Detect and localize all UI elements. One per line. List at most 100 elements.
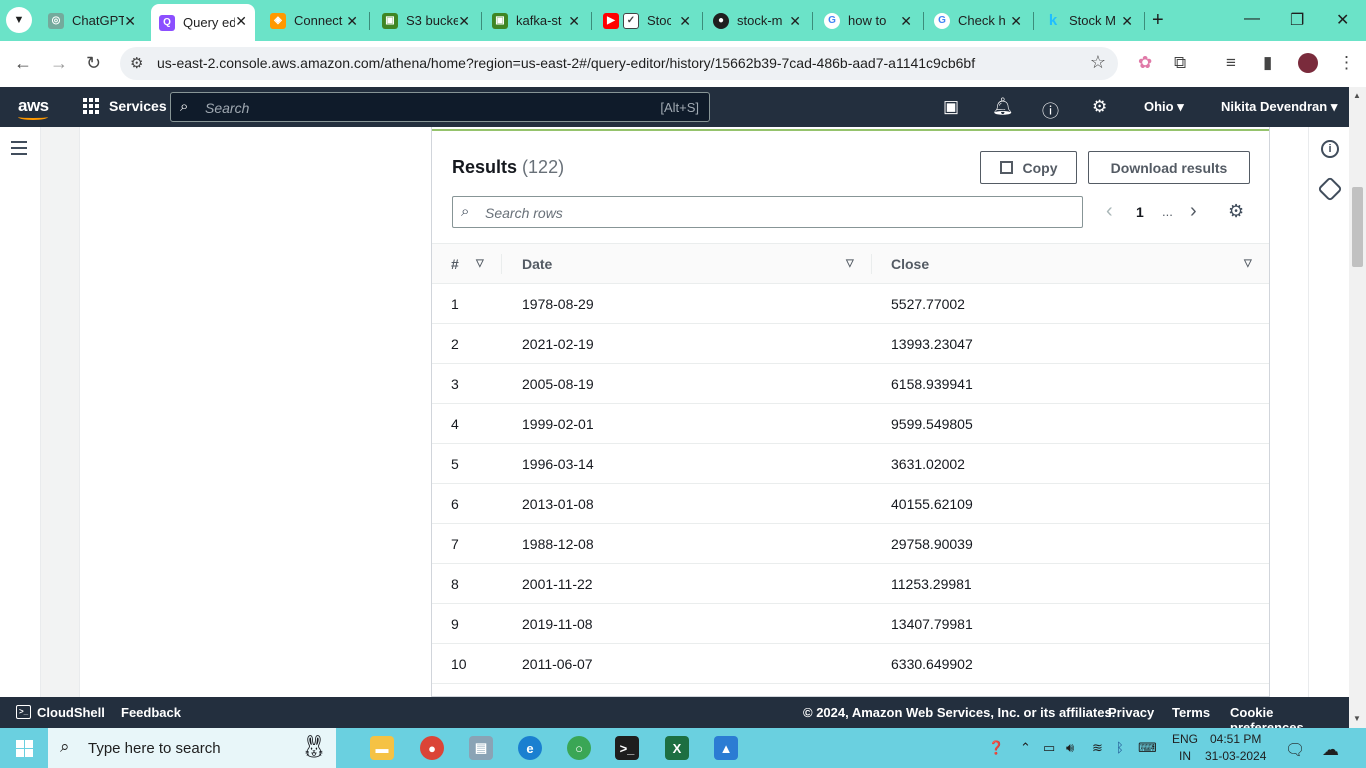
tab-kaggle[interactable]: k Stock M ✕ xyxy=(1037,4,1141,37)
photos-icon[interactable]: ▲ xyxy=(714,736,738,760)
tab-google-how-to[interactable]: G how to ✕ xyxy=(816,4,920,37)
notifications-icon[interactable]: 🗨︎ xyxy=(1285,740,1305,760)
table-row[interactable]: 1 1978-08-29 5527.77002 xyxy=(432,284,1269,324)
sort-triangle-icon[interactable]: ▽ xyxy=(846,258,854,269)
privacy-link[interactable]: Privacy xyxy=(1108,705,1154,720)
search-rows-input[interactable]: ⌕ Search rows xyxy=(452,196,1083,228)
edge-icon[interactable]: e xyxy=(518,736,542,760)
close-tab-icon[interactable]: ✕ xyxy=(124,13,136,30)
column-header-index[interactable]: # ▽ xyxy=(432,244,502,284)
help-icon[interactable]: ⓘ xyxy=(1042,97,1059,122)
back-arrow-icon[interactable]: ← xyxy=(14,53,32,74)
address-bar[interactable]: ⚙ us-east-2.console.aws.amazon.com/athen… xyxy=(120,47,1118,80)
account-menu[interactable]: Nikita Devendran ▾ xyxy=(1221,99,1337,115)
taskbar-search-box[interactable]: ⌕ Type here to search 🐰︎ xyxy=(48,728,336,768)
feedback-link[interactable]: Feedback xyxy=(121,705,181,720)
url-text[interactable]: us-east-2.console.aws.amazon.com/athena/… xyxy=(157,55,975,71)
close-tab-icon[interactable]: ✕ xyxy=(568,13,580,30)
table-row[interactable]: 5 1996-03-14 3631.02002 xyxy=(432,444,1269,484)
battery-icon[interactable]: ▭ xyxy=(1043,740,1055,756)
table-preferences-gear-icon[interactable]: ⚙ xyxy=(1228,201,1244,222)
settings-gear-icon[interactable]: ⚙ xyxy=(1092,97,1107,117)
cloudshell-terminal-icon[interactable]: >_ xyxy=(16,705,31,719)
page-scrollbar[interactable]: ▲ ▼ xyxy=(1349,87,1366,728)
weather-widget-icon[interactable]: ☁ xyxy=(1322,740,1339,760)
tab-search-chevron-icon[interactable]: ▼ xyxy=(6,7,32,33)
previous-page-icon[interactable]: ‹ xyxy=(1106,200,1113,223)
system-clock[interactable]: 04:51 PM 31-03-2024 xyxy=(1205,731,1266,765)
notepad-icon[interactable]: ▤ xyxy=(469,736,493,760)
info-icon[interactable]: i xyxy=(1321,140,1339,158)
browser-menu-icon[interactable]: ⋮ xyxy=(1338,53,1355,73)
tools-hexagon-icon[interactable] xyxy=(1317,176,1343,202)
current-page-number[interactable]: 1 xyxy=(1136,204,1144,220)
column-header-close[interactable]: Close ▽ xyxy=(872,244,1269,284)
region-selector[interactable]: Ohio ▾ xyxy=(1144,99,1184,115)
table-row[interactable]: 3 2005-08-19 6158.939941 xyxy=(432,364,1269,404)
terms-link[interactable]: Terms xyxy=(1172,705,1210,720)
table-row[interactable]: 8 2001-11-22 11253.29981 xyxy=(432,564,1269,604)
table-row[interactable]: 2 2021-02-19 13993.23047 xyxy=(432,324,1269,364)
services-menu-button[interactable]: Services xyxy=(83,98,167,114)
tab-query-editor[interactable]: Q Query editor ✕ xyxy=(151,4,255,41)
extensions-puzzle-icon[interactable]: ⧉ xyxy=(1174,53,1186,73)
close-tab-icon[interactable]: ✕ xyxy=(1121,13,1133,30)
tab-google-check[interactable]: G Check h ✕ xyxy=(926,4,1030,37)
new-tab-plus-icon[interactable]: + xyxy=(1152,9,1164,32)
window-close-icon[interactable]: ✕ xyxy=(1336,10,1349,30)
hamburger-menu-icon[interactable] xyxy=(11,141,27,159)
app-ring-icon[interactable]: ○ xyxy=(567,736,591,760)
tab-s3-bucket[interactable]: ▣ S3 bucket ✕ xyxy=(374,4,478,37)
table-row[interactable]: 4 1999-02-01 9599.549805 xyxy=(432,404,1269,444)
sort-triangle-icon[interactable]: ▽ xyxy=(1244,258,1252,269)
terminal-icon[interactable]: >_ xyxy=(615,736,639,760)
tab-connect[interactable]: ◈ Connect ✕ xyxy=(262,4,366,37)
column-header-date[interactable]: Date ▽ xyxy=(502,244,872,284)
keyboard-icon[interactable]: ⌨ xyxy=(1138,740,1157,756)
close-tab-icon[interactable]: ✕ xyxy=(346,13,358,30)
forward-arrow-icon[interactable]: → xyxy=(50,53,68,74)
sort-triangle-icon[interactable]: ▽ xyxy=(476,258,484,269)
tab-kafka[interactable]: ▣ kafka-st ✕ xyxy=(484,4,588,37)
close-tab-icon[interactable]: ✕ xyxy=(1010,13,1022,30)
windows-start-icon[interactable] xyxy=(16,740,33,757)
notifications-bell-icon[interactable]: 🔔︎ xyxy=(992,97,1014,117)
bookmark-star-icon[interactable]: ☆ xyxy=(1090,52,1106,73)
reload-icon[interactable]: ↻ xyxy=(86,53,101,74)
table-row[interactable]: 10 2011-06-07 6330.649902 xyxy=(432,644,1269,684)
scroll-down-arrow-icon[interactable]: ▼ xyxy=(1353,714,1361,723)
tab-chatgpt[interactable]: ◎ ChatGPT ✕ xyxy=(40,4,144,37)
aws-search-input[interactable]: ⌕ Search [Alt+S] xyxy=(170,92,710,122)
file-explorer-icon[interactable]: ▬ xyxy=(370,736,394,760)
close-tab-icon[interactable]: ✕ xyxy=(789,13,801,30)
help-notification-icon[interactable]: ❓ xyxy=(988,740,1004,756)
close-tab-icon[interactable]: ✕ xyxy=(679,13,691,30)
tab-github[interactable]: ● stock-m ✕ xyxy=(705,4,809,37)
bluetooth-icon[interactable]: ᛒ xyxy=(1116,740,1124,755)
site-info-icon[interactable]: ⚙ xyxy=(130,54,143,72)
scroll-up-arrow-icon[interactable]: ▲ xyxy=(1353,91,1361,100)
next-page-icon[interactable]: › xyxy=(1190,200,1197,223)
download-results-button[interactable]: Download results xyxy=(1088,151,1250,184)
profile-avatar[interactable] xyxy=(1298,53,1318,73)
cloudshell-link[interactable]: CloudShell xyxy=(37,705,105,720)
close-tab-icon[interactable]: ✕ xyxy=(458,13,470,30)
language-indicator[interactable]: ENG IN xyxy=(1172,731,1198,765)
tab-stock-youtube[interactable]: ▶ ✓ Stock ✕ xyxy=(595,4,699,37)
restore-icon[interactable]: ❐ xyxy=(1290,10,1304,30)
wifi-icon[interactable]: ≋ xyxy=(1092,740,1103,756)
extension-flower-icon[interactable]: ✿ xyxy=(1138,53,1152,73)
minimize-icon[interactable]: — xyxy=(1244,10,1260,28)
aws-logo[interactable]: aws xyxy=(18,96,49,120)
volume-icon[interactable]: 🔊︎ xyxy=(1066,740,1074,756)
side-panel-icon[interactable]: ▮ xyxy=(1263,53,1272,73)
table-row[interactable]: 7 1988-12-08 29758.90039 xyxy=(432,524,1269,564)
tray-chevron-up-icon[interactable]: ⌃ xyxy=(1020,740,1031,756)
chrome-icon[interactable]: ● xyxy=(420,736,444,760)
cloudshell-icon[interactable]: ▣ xyxy=(943,97,959,117)
scrollbar-thumb[interactable] xyxy=(1352,187,1363,267)
excel-icon[interactable]: X xyxy=(665,736,689,760)
table-row[interactable]: 6 2013-01-08 40155.62109 xyxy=(432,484,1269,524)
table-row[interactable]: 9 2019-11-08 13407.79981 xyxy=(432,604,1269,644)
close-tab-icon[interactable]: ✕ xyxy=(900,13,912,30)
